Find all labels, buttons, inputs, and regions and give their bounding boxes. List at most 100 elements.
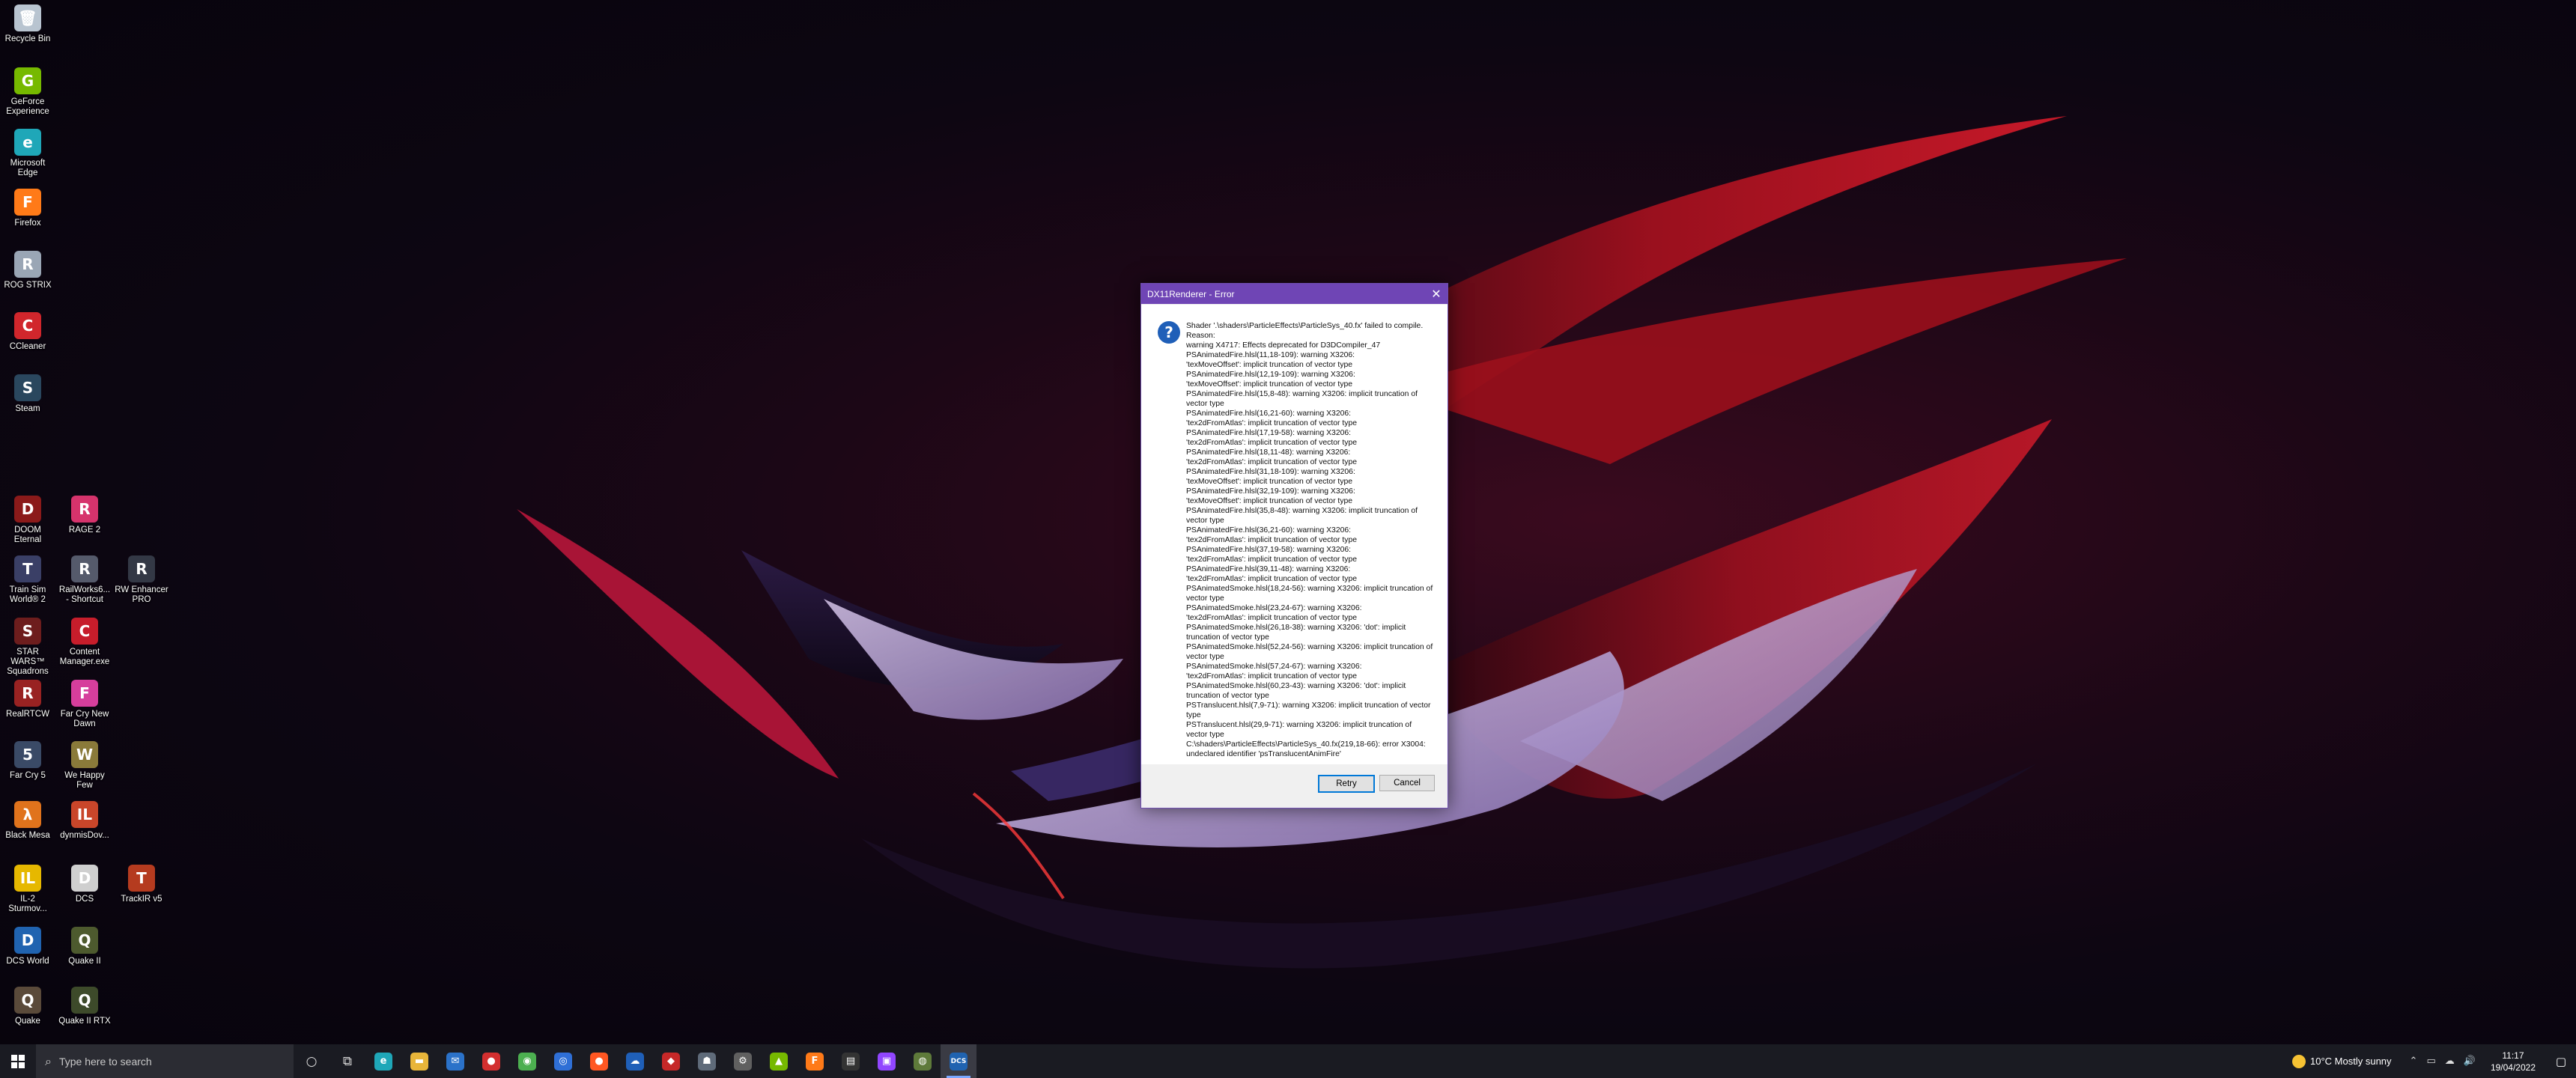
error-message: Shader '.\shaders\ParticleEffects\Partic… [1186,322,1433,758]
retry-button[interactable]: Retry [1318,775,1375,793]
desktop-shortcut[interactable]: 5 Far Cry 5 [0,741,55,781]
taskbar-app[interactable]: ▲ [761,1044,797,1078]
cancel-button[interactable]: Cancel [1379,775,1435,791]
desktop-shortcut[interactable]: W We Happy Few [57,741,112,791]
quake-icon: Q [14,987,41,1014]
taskbar-app[interactable]: DCS [941,1044,976,1078]
il2-icon: IL [14,865,41,892]
firefox-icon: F [14,189,41,216]
desktop-shortcut-label: Quake II [68,957,101,966]
taskbar-app[interactable]: ✉ [437,1044,473,1078]
taskbar-app[interactable]: ☁ [617,1044,653,1078]
dcs-world-icon: D [14,927,41,954]
train-sim-icon: T [14,555,41,582]
geforce-icon: G [14,67,41,94]
windows-logo-icon [11,1054,25,1068]
far-cry-new-dawn-icon: F [71,680,98,707]
taskbar-app[interactable]: ☗ [689,1044,725,1078]
dcs-taskbar-icon: DCS [950,1052,967,1071]
desktop-shortcut-label: IL-2 Sturmov... [8,895,47,913]
rage2-icon: R [71,496,98,523]
taskbar-app[interactable]: F [797,1044,833,1078]
desktop-shortcut[interactable]: D DCS [57,865,112,904]
taskbar-app[interactable]: ▣ [869,1044,905,1078]
desktop-shortcut[interactable]: IL dynmisDov... [57,801,112,841]
taskbar-app[interactable]: ▬ [401,1044,437,1078]
start-button[interactable] [0,1044,36,1078]
desktop-shortcut[interactable]: Q Quake [0,987,55,1026]
nvidia-icon: ▲ [770,1052,788,1071]
firefox-taskbar-icon: F [806,1052,824,1071]
desktop-shortcut[interactable]: IL IL-2 Sturmov... [0,865,55,914]
desktop-shortcut[interactable]: S STAR WARS™ Squadrons [0,618,55,677]
taskbar-app[interactable]: e [365,1044,401,1078]
desktop-shortcut[interactable]: λ Black Mesa [0,801,55,841]
desktop-shortcut[interactable]: R RailWorks6... - Shortcut [57,555,112,605]
quake2-icon: Q [71,927,98,954]
taskbar-app[interactable]: ⚙ [725,1044,761,1078]
desktop-shortcut[interactable]: T Train Sim World® 2 [0,555,55,605]
desktop-shortcut-label: RAGE 2 [68,526,101,535]
rog-strix-icon: R [14,251,41,278]
desktop-shortcut[interactable]: e Microsoft Edge [0,129,55,178]
clock-time: 11:17 [2502,1050,2524,1061]
taskbar-app[interactable]: ◎ [545,1044,581,1078]
desktop-shortcut[interactable]: F Far Cry New Dawn [57,680,112,729]
desktop-shortcut[interactable]: D DCS World [0,927,55,966]
notification-icon[interactable]: ▢ [2546,1044,2576,1078]
desktop-shortcut-label: Content Manager.exe [59,648,110,666]
steam-taskbar-icon: ☗ [698,1052,716,1071]
desktop-shortcut[interactable]: T TrackIR v5 [114,865,169,904]
onedrive-icon: ☁ [626,1052,644,1071]
rw-enhancer-icon: R [128,555,155,582]
network-icon[interactable]: ▭ [2422,1056,2440,1067]
desktop-shortcut[interactable]: R ROG STRIX [0,251,55,290]
chevron-up-icon[interactable]: ⌃ [2405,1056,2422,1067]
taskbar: ⌕ Type here to search ○ ⧉ e ▬ ✉ ● ◉ ◎ ● ☁ ◆ ☗ ⚙ ▲ F ▤… [0,1044,2576,1078]
desktop-shortcut-label: CCleaner [9,342,46,351]
dialog-title-bar[interactable]: DX11Renderer - Error ✕ [1141,284,1448,304]
search-input[interactable]: ⌕ Type here to search [36,1044,294,1078]
weather-widget[interactable]: 10°C Mostly sunny [2292,1054,2405,1068]
realrtcw-icon: R [14,680,41,707]
desktop-shortcut-label: Firefox [14,219,41,228]
desktop-shortcut-label: DCS World [6,957,49,966]
desktop-shortcut-label: Far Cry New Dawn [60,710,109,728]
mail-icon: ✉ [446,1052,464,1071]
taskbar-app[interactable]: ● [473,1044,509,1078]
desktop-shortcut[interactable]: Q Quake II [57,927,112,966]
volume-icon[interactable]: 🔊 [2459,1056,2480,1067]
close-icon[interactable]: ✕ [1425,284,1448,304]
terminal-icon: ▤ [842,1052,860,1071]
desktop-shortcut[interactable]: 🗑 Recycle Bin [0,4,55,44]
desktop-shortcut-label: Recycle Bin [4,34,51,43]
taskbar-app[interactable]: ◉ [509,1044,545,1078]
desktop-shortcut[interactable]: C CCleaner [0,312,55,352]
desktop-shortcut[interactable]: R RealRTCW [0,680,55,719]
desktop-shortcut[interactable]: C Content Manager.exe [57,618,112,667]
content-manager-icon: C [71,618,98,645]
search-placeholder: Type here to search [58,1055,152,1068]
desktop-shortcut-label: dynmisDov... [60,831,109,840]
desktop-shortcut[interactable]: Q Quake II RTX [57,987,112,1026]
ccleaner-icon: C [14,312,41,339]
desktop-shortcut-label: GeForce Experience [6,97,49,116]
desktop-shortcut[interactable]: R RW Enhancer PRO [114,555,169,605]
twitch-icon: ▣ [878,1052,896,1071]
cortana-icon[interactable]: ○ [294,1044,329,1078]
taskbar-app[interactable]: ● [581,1044,617,1078]
desktop-shortcut[interactable]: R RAGE 2 [57,496,112,535]
desktop-shortcut[interactable]: F Firefox [0,189,55,228]
desktop-shortcut-label: DCS [75,895,94,904]
clock[interactable]: 11:17 19/04/2022 [2480,1050,2546,1074]
task-view-icon[interactable]: ⧉ [329,1044,365,1078]
desktop-shortcut[interactable]: G GeForce Experience [0,67,55,117]
taskbar-app[interactable]: ▤ [833,1044,869,1078]
taskbar-app[interactable]: ◍ [905,1044,941,1078]
taskbar-app[interactable]: ◆ [653,1044,689,1078]
onedrive-tray-icon[interactable]: ☁ [2440,1056,2459,1067]
trackir-icon: T [128,865,155,892]
desktop-shortcut[interactable]: D DOOM Eternal [0,496,55,545]
desktop-shortcut-label: Train Sim World® 2 [9,585,46,604]
desktop-shortcut[interactable]: S Steam [0,374,55,414]
